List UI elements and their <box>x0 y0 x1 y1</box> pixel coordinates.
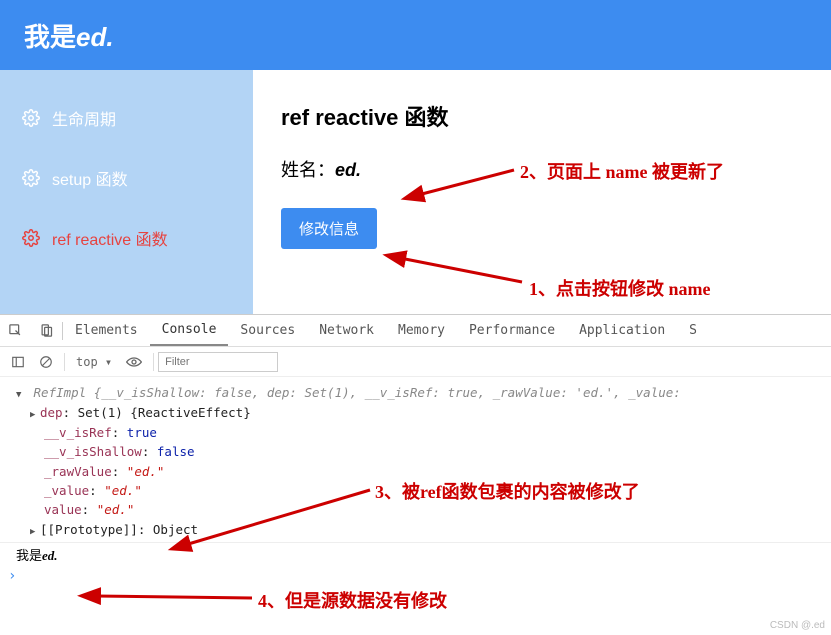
console-line: __v_isShallow: false <box>16 442 831 461</box>
tab-console[interactable]: Console <box>150 315 229 346</box>
tab-application[interactable]: Application <box>567 315 677 346</box>
sidebar-item-lifecycle[interactable]: 生命周期 <box>0 88 253 148</box>
sidebar: 生命周期 setup 函数 ref reactive 函数 <box>0 70 253 314</box>
console-output: RefImpl {__v_isShallow: false, dep: Set(… <box>0 377 831 542</box>
watermark: CSDN @.ed <box>770 620 825 631</box>
sidebar-item-refreactive[interactable]: ref reactive 函数 <box>0 208 253 268</box>
annotation-3: 3、被ref函数包裹的内容被修改了 <box>375 478 640 504</box>
tab-memory[interactable]: Memory <box>386 315 457 346</box>
sidebar-item-label: setup 函数 <box>52 166 128 190</box>
annotation-2: 2、页面上 name 被更新了 <box>520 158 724 184</box>
gear-icon <box>22 169 40 187</box>
sidebar-item-label: 生命周期 <box>52 106 116 130</box>
console-prompt[interactable]: › <box>0 566 831 586</box>
page-title: ref reactive 函数 <box>281 100 803 132</box>
name-value: ed. <box>335 160 361 180</box>
sidebar-item-setup[interactable]: setup 函数 <box>0 148 253 208</box>
clear-console-icon[interactable] <box>32 355 60 369</box>
name-label: 姓名： <box>281 160 335 180</box>
devtools-tabbar: Elements Console Sources Network Memory … <box>0 315 831 347</box>
app-header: 我是ed. <box>0 0 831 70</box>
inspect-icon[interactable] <box>0 323 31 338</box>
context-selector[interactable]: top ▾ <box>69 355 119 369</box>
console-line[interactable]: dep: Set(1) {ReactiveEffect} <box>16 403 831 423</box>
header-title: 我是ed. <box>24 17 114 54</box>
sidebar-item-label: ref reactive 函数 <box>52 226 168 250</box>
tab-network[interactable]: Network <box>307 315 386 346</box>
console-line[interactable]: RefImpl {__v_isShallow: false, dep: Set(… <box>16 383 831 403</box>
tab-sources[interactable]: Sources <box>228 315 307 346</box>
gear-icon <box>22 229 40 247</box>
tab-elements[interactable]: Elements <box>63 315 150 346</box>
console-line: __v_isRef: true <box>16 423 831 442</box>
console-line[interactable]: [[Prototype]]: Object <box>16 520 831 540</box>
live-expr-icon[interactable] <box>119 356 149 368</box>
console-toolbar: top ▾ <box>0 347 831 377</box>
devtools-panel: Elements Console Sources Network Memory … <box>0 314 831 586</box>
filter-input[interactable] <box>158 352 278 372</box>
device-icon[interactable] <box>31 323 62 338</box>
sidebar-toggle-icon[interactable] <box>4 355 32 369</box>
header-suffix: ed. <box>76 22 114 52</box>
tab-performance[interactable]: Performance <box>457 315 567 346</box>
annotation-1: 1、点击按钮修改 name <box>529 275 711 301</box>
tab-overflow[interactable]: S <box>677 315 709 346</box>
annotation-4: 4、但是源数据没有修改 <box>258 587 447 613</box>
console-log-line: 我是ed. <box>0 542 831 566</box>
modify-button[interactable]: 修改信息 <box>281 208 377 249</box>
header-prefix: 我是 <box>24 22 76 52</box>
gear-icon <box>22 109 40 127</box>
